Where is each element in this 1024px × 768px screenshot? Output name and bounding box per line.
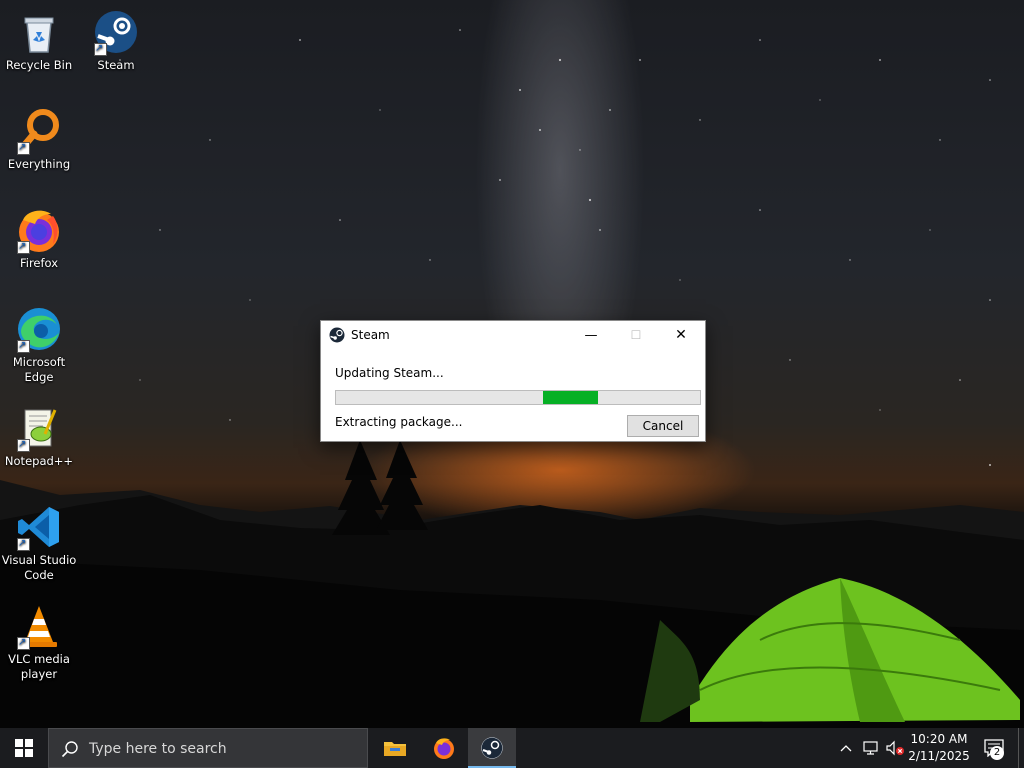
shortcut-arrow-icon: [17, 140, 30, 155]
desktop-icon-microsoft-edge[interactable]: Microsoft Edge: [1, 305, 77, 385]
network-status-button[interactable]: [860, 728, 882, 768]
desktop-icon-everything[interactable]: Everything: [1, 107, 77, 172]
cancel-button[interactable]: Cancel: [627, 415, 699, 437]
chevron-up-icon: [840, 745, 852, 752]
steam-icon: [329, 327, 345, 343]
desktop-icon-label: Firefox: [19, 256, 59, 270]
shortcut-arrow-icon: [94, 41, 107, 56]
shortcut-arrow-icon: [17, 437, 30, 452]
show-hidden-icons-button[interactable]: [836, 728, 856, 768]
update-detail-text: Extracting package...: [335, 415, 463, 429]
update-status-text: Updating Steam...: [335, 366, 444, 380]
taskbar-clock[interactable]: 10:20 AM 2/11/2025: [904, 731, 974, 765]
shortcut-arrow-icon: [17, 338, 30, 353]
minimize-button[interactable]: —: [568, 321, 614, 349]
shortcut-arrow-icon: [17, 635, 30, 650]
update-progress-bar: [335, 390, 701, 405]
network-wired-icon: [863, 741, 878, 755]
steam-update-dialog: Steam — ☐ ✕ Updating Steam... Extracting…: [320, 320, 706, 442]
taskbar-steam[interactable]: [468, 728, 516, 768]
firefox-icon: [434, 738, 454, 759]
steam-icon: [92, 8, 140, 56]
maximize-button: ☐: [613, 321, 659, 349]
minimize-icon: —: [584, 327, 598, 343]
clock-time: 10:20 AM: [910, 732, 968, 746]
volume-button[interactable]: [884, 728, 906, 768]
shortcut-arrow-icon: [17, 536, 30, 551]
windows-logo-icon: [15, 739, 33, 757]
dialog-title: Steam: [351, 328, 390, 342]
search-icon: [61, 741, 78, 758]
desktop-icon-visual-studio-code[interactable]: Visual Studio Code: [1, 503, 77, 583]
desktop-icon-label: Notepad++: [4, 454, 74, 468]
desktop-icon-label: Recycle Bin: [5, 58, 73, 72]
desktop-icon-label: Visual Studio Code: [1, 553, 77, 582]
desktop-icon-firefox[interactable]: Firefox: [1, 206, 77, 271]
volume-muted-icon: [886, 740, 904, 756]
desktop-icon-notepad-plus-plus[interactable]: Notepad++: [1, 404, 77, 469]
maximize-icon: ☐: [630, 328, 642, 342]
recycle-bin-icon: [15, 8, 63, 56]
show-desktop-button[interactable]: [1018, 728, 1024, 768]
notification-count-badge: 2: [990, 746, 1004, 760]
search-placeholder: Type here to search: [89, 741, 227, 757]
desktop-icon-steam[interactable]: Steam: [78, 8, 154, 73]
firefox-icon: [15, 206, 63, 254]
taskbar-firefox[interactable]: [420, 728, 468, 768]
desktop-icon-label: Everything: [7, 157, 71, 171]
start-button[interactable]: [0, 728, 48, 768]
progress-fill: [543, 391, 599, 404]
shortcut-arrow-icon: [17, 239, 30, 254]
desktop-icon-label: Steam: [97, 58, 135, 72]
edge-icon: [15, 305, 63, 353]
desktop-icon-label: VLC media player: [8, 652, 70, 681]
everything-search-icon: [15, 107, 63, 155]
vlc-cone-icon: [15, 602, 63, 650]
taskbar-file-explorer[interactable]: [371, 728, 419, 768]
desktop-icon-recycle-bin[interactable]: Recycle Bin: [1, 8, 77, 73]
taskbar-search-box[interactable]: Type here to search: [48, 728, 368, 768]
notepad-plus-plus-icon: [15, 404, 63, 452]
vscode-icon: [15, 503, 63, 551]
close-icon: ✕: [675, 327, 687, 343]
desktop-icon-label: Microsoft Edge: [12, 355, 66, 384]
clock-date: 2/11/2025: [908, 749, 970, 763]
dialog-titlebar[interactable]: Steam — ☐ ✕: [321, 321, 705, 349]
steam-icon: [481, 737, 503, 759]
taskbar: Type here to search 10:20 AM 2/11/2025 2: [0, 728, 1024, 768]
desktop-icon-vlc-media-player[interactable]: VLC media player: [1, 602, 77, 682]
folder-icon: [384, 742, 406, 756]
close-button[interactable]: ✕: [658, 321, 704, 349]
